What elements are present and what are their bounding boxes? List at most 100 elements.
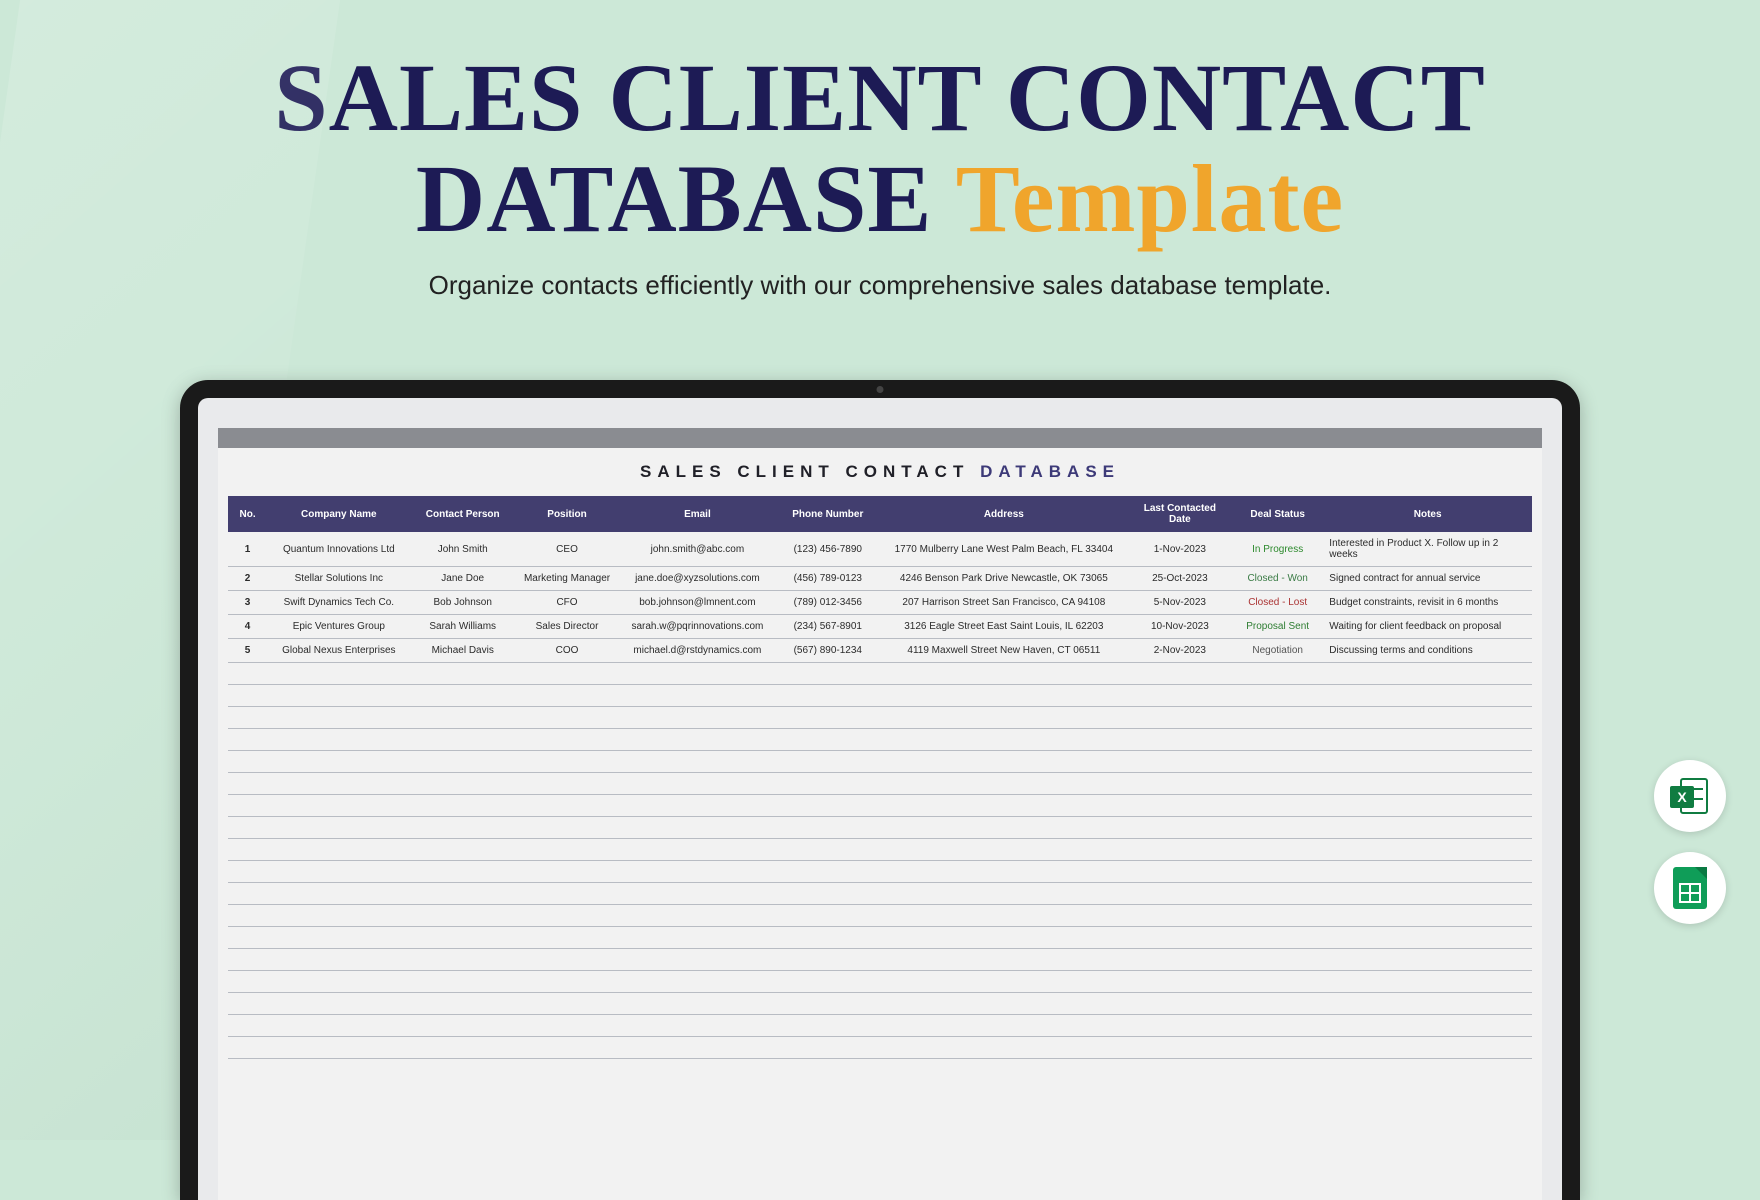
cell-phone: (567) 890-1234 (776, 639, 880, 663)
cell-notes: Discussing terms and conditions (1323, 639, 1532, 663)
empty-row (228, 839, 1532, 861)
cell-company: Global Nexus Enterprises (267, 639, 410, 663)
doc-title-suffix: DATABASE (980, 462, 1120, 481)
cell-phone: (123) 456-7890 (776, 532, 880, 567)
col-date: Last Contacted Date (1128, 496, 1232, 532)
cell-no: 2 (228, 567, 267, 591)
cell-email: jane.doe@xyzsolutions.com (619, 567, 775, 591)
empty-cell (228, 773, 1532, 795)
cell-email: sarah.w@pqrinnovations.com (619, 615, 775, 639)
cell-contact: Michael Davis (411, 639, 515, 663)
cell-phone: (456) 789-0123 (776, 567, 880, 591)
empty-row (228, 773, 1532, 795)
table-row: 5Global Nexus EnterprisesMichael DavisCO… (228, 639, 1532, 663)
empty-cell (228, 949, 1532, 971)
title-word-database: DATABASE (416, 145, 933, 252)
cell-no: 4 (228, 615, 267, 639)
cell-address: 4246 Benson Park Drive Newcastle, OK 730… (880, 567, 1128, 591)
cell-status: Proposal Sent (1232, 615, 1323, 639)
cell-date: 5-Nov-2023 (1128, 591, 1232, 615)
cell-position: CEO (515, 532, 619, 567)
cell-status: Negotiation (1232, 639, 1323, 663)
col-company: Company Name (267, 496, 410, 532)
document-topbar (218, 428, 1542, 448)
cell-phone: (234) 567-8901 (776, 615, 880, 639)
table-row: 1Quantum Innovations LtdJohn SmithCEOjoh… (228, 532, 1532, 567)
laptop-mockup: SALES CLIENT CONTACT DATABASE No. Compan… (180, 380, 1580, 1200)
cell-position: COO (515, 639, 619, 663)
cell-address: 3126 Eagle Street East Saint Louis, IL 6… (880, 615, 1128, 639)
empty-row (228, 1037, 1532, 1059)
empty-row (228, 751, 1532, 773)
cell-email: john.smith@abc.com (619, 532, 775, 567)
cell-position: CFO (515, 591, 619, 615)
empty-cell (228, 839, 1532, 861)
empty-row (228, 971, 1532, 993)
cell-position: Marketing Manager (515, 567, 619, 591)
document-title: SALES CLIENT CONTACT DATABASE (218, 448, 1542, 496)
empty-cell (228, 993, 1532, 1015)
cell-email: michael.d@rstdynamics.com (619, 639, 775, 663)
cell-notes: Signed contract for annual service (1323, 567, 1532, 591)
col-address: Address (880, 496, 1128, 532)
doc-title-prefix: SALES CLIENT CONTACT (640, 462, 969, 481)
col-email: Email (619, 496, 775, 532)
cell-company: Stellar Solutions Inc (267, 567, 410, 591)
title-line-2: DATABASE Template (0, 149, 1760, 250)
excel-icon: X (1670, 776, 1710, 816)
cell-contact: Bob Johnson (411, 591, 515, 615)
empty-row (228, 927, 1532, 949)
table-row: 3Swift Dynamics Tech Co.Bob JohnsonCFObo… (228, 591, 1532, 615)
cell-status: Closed - Won (1232, 567, 1323, 591)
empty-cell (228, 861, 1532, 883)
title-word-template: Template (956, 145, 1344, 252)
cell-phone: (789) 012-3456 (776, 591, 880, 615)
empty-row (228, 795, 1532, 817)
contacts-table: No. Company Name Contact Person Position… (228, 496, 1532, 1059)
cell-company: Swift Dynamics Tech Co. (267, 591, 410, 615)
cell-notes: Waiting for client feedback on proposal (1323, 615, 1532, 639)
empty-row (228, 663, 1532, 685)
cell-contact: John Smith (411, 532, 515, 567)
table-row: 2Stellar Solutions IncJane DoeMarketing … (228, 567, 1532, 591)
col-no: No. (228, 496, 267, 532)
empty-row (228, 707, 1532, 729)
empty-cell (228, 685, 1532, 707)
excel-badge[interactable]: X (1654, 760, 1726, 832)
empty-cell (228, 795, 1532, 817)
cell-no: 5 (228, 639, 267, 663)
table-wrapper: No. Company Name Contact Person Position… (218, 496, 1542, 1059)
empty-cell (228, 927, 1532, 949)
subtitle: Organize contacts efficiently with our c… (0, 270, 1760, 301)
cell-date: 2-Nov-2023 (1128, 639, 1232, 663)
laptop-screen: SALES CLIENT CONTACT DATABASE No. Compan… (198, 398, 1562, 1200)
table-body: 1Quantum Innovations LtdJohn SmithCEOjoh… (228, 532, 1532, 1059)
empty-row (228, 993, 1532, 1015)
empty-row (228, 883, 1532, 905)
empty-cell (228, 729, 1532, 751)
cell-notes: Interested in Product X. Follow up in 2 … (1323, 532, 1532, 567)
camera-dot (877, 386, 884, 393)
col-position: Position (515, 496, 619, 532)
empty-row (228, 905, 1532, 927)
cell-status: In Progress (1232, 532, 1323, 567)
empty-row (228, 861, 1532, 883)
empty-row (228, 817, 1532, 839)
page-title: SALES CLIENT CONTACT DATABASE Template (0, 0, 1760, 250)
cell-date: 1-Nov-2023 (1128, 532, 1232, 567)
empty-cell (228, 817, 1532, 839)
col-status: Deal Status (1232, 496, 1323, 532)
cell-address: 1770 Mulberry Lane West Palm Beach, FL 3… (880, 532, 1128, 567)
empty-cell (228, 707, 1532, 729)
cell-status: Closed - Lost (1232, 591, 1323, 615)
cell-date: 10-Nov-2023 (1128, 615, 1232, 639)
google-sheets-icon (1673, 867, 1707, 909)
cell-contact: Jane Doe (411, 567, 515, 591)
cell-address: 207 Harrison Street San Francisco, CA 94… (880, 591, 1128, 615)
title-line-1: SALES CLIENT CONTACT (0, 48, 1760, 149)
google-sheets-badge[interactable] (1654, 852, 1726, 924)
format-badges: X (1654, 760, 1726, 924)
cell-company: Epic Ventures Group (267, 615, 410, 639)
empty-row (228, 949, 1532, 971)
col-contact: Contact Person (411, 496, 515, 532)
